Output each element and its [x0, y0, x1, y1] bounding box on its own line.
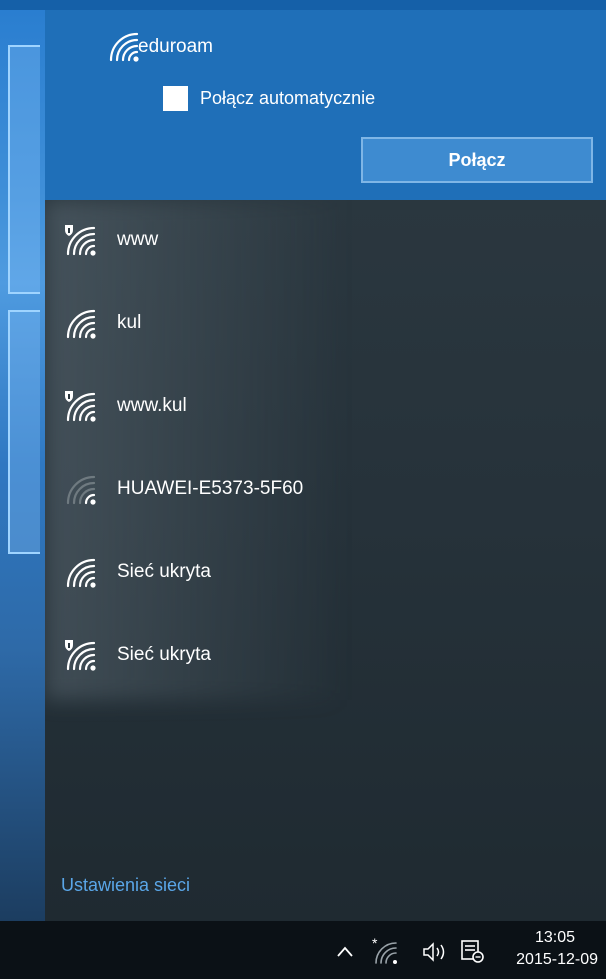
network-name: www.kul [117, 395, 187, 416]
chevron-up-icon[interactable] [336, 945, 354, 959]
network-name: Sieć ukryta [117, 644, 211, 665]
network-list-item[interactable]: Sieć ukryta [45, 542, 606, 602]
network-settings-link[interactable]: Ustawienia sieci [61, 875, 190, 896]
network-list-item[interactable]: HUAWEI-E5373-5F60 [45, 459, 606, 519]
secured-wifi-icon [65, 391, 96, 422]
network-list-item[interactable]: www [45, 210, 606, 270]
top-strip [0, 0, 606, 10]
auto-connect-checkbox[interactable] [163, 85, 188, 111]
wifi-icon [109, 32, 139, 62]
wifi-icon [66, 475, 96, 505]
network-flyout: eduroam Połącz automatycznie Połącz www k… [45, 10, 606, 921]
secured-wifi-icon [65, 225, 96, 256]
network-list-item[interactable]: Sieć ukryta [45, 625, 606, 685]
svg-text:*: * [372, 937, 378, 951]
network-list-item[interactable]: www.kul [45, 376, 606, 436]
auto-connect-label: Połącz automatycznie [200, 87, 376, 108]
wifi-icon [66, 309, 96, 339]
windows-logo-tile [8, 45, 40, 294]
windows-logo-tile [8, 310, 40, 554]
network-name: www [117, 229, 159, 250]
selected-network-panel[interactable]: eduroam Połącz automatycznie Połącz [45, 10, 606, 200]
wifi-icon[interactable]: * [370, 937, 400, 967]
speaker-icon[interactable] [422, 941, 452, 963]
network-list-item[interactable]: kul [45, 293, 606, 353]
clock-time: 13:05 [534, 929, 576, 946]
desktop-background [0, 10, 45, 921]
secured-wifi-icon [65, 640, 96, 671]
taskbar-clock[interactable]: 13:05 2015-12-09 [492, 927, 598, 971]
wifi-icon [66, 558, 96, 588]
clock-date: 2015-12-09 [516, 951, 598, 968]
network-name: HUAWEI-E5373-5F60 [117, 478, 304, 499]
network-name: kul [117, 312, 142, 333]
action-center-icon[interactable] [460, 939, 484, 963]
network-name: eduroam [138, 36, 213, 57]
connect-button[interactable]: Połącz [361, 137, 593, 183]
taskbar: * 13:05 2015-12-09 [0, 921, 606, 979]
auto-connect-checkbox-row[interactable]: Połącz automatycznie [163, 83, 375, 113]
network-name: Sieć ukryta [117, 561, 211, 582]
